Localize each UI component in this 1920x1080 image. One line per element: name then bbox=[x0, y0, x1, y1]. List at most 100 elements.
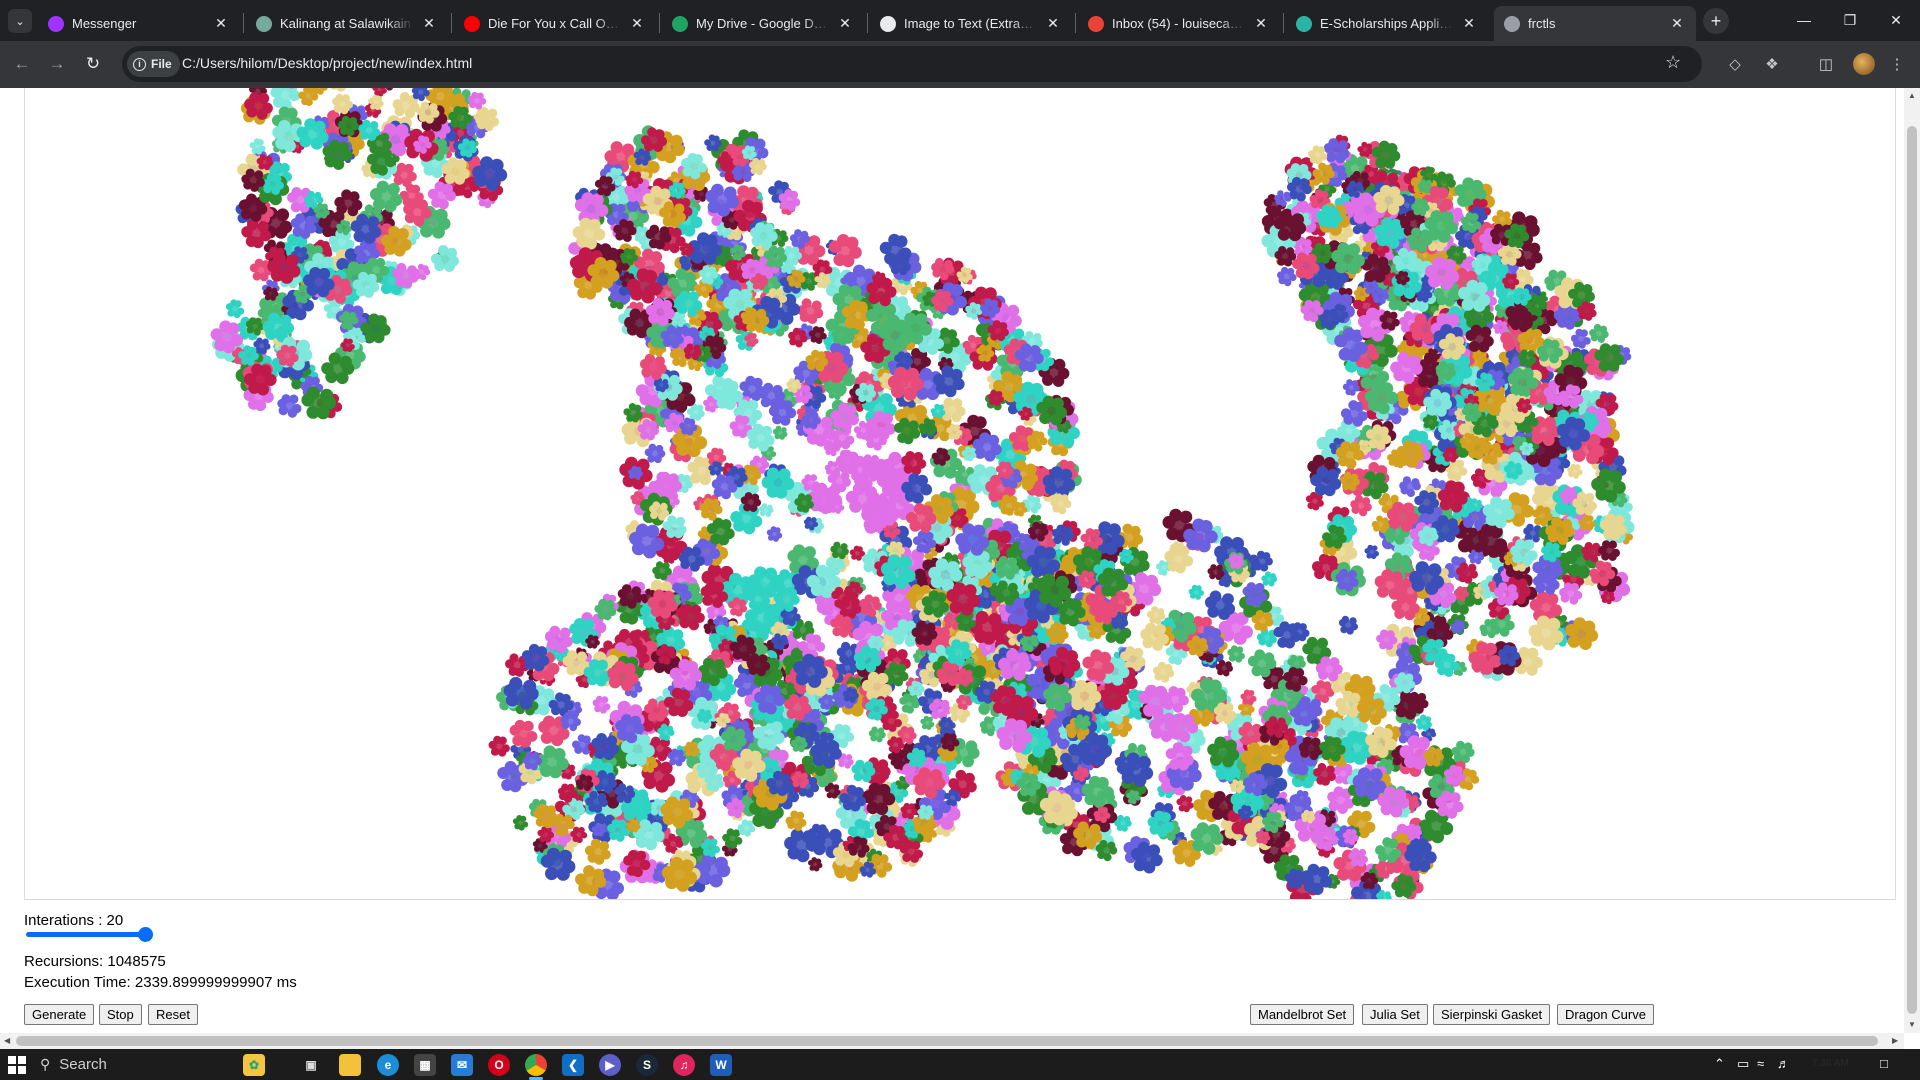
opera-icon[interactable]: O bbox=[488, 1054, 510, 1076]
taskbar-clock[interactable]: 7:38 AM bbox=[1812, 1058, 1849, 1069]
edge-icon[interactable]: e bbox=[377, 1054, 399, 1076]
iterations-slider[interactable] bbox=[24, 927, 153, 942]
vertical-scrollbar[interactable]: ▲ ▼ bbox=[1904, 88, 1920, 1033]
task-view-icon[interactable]: ▣ bbox=[300, 1054, 322, 1076]
address-bar[interactable]: i File C:/Users/hilom/Desktop/project/ne… bbox=[122, 46, 1702, 82]
browser-tab[interactable]: My Drive - Google Drive ✕ bbox=[662, 6, 864, 41]
tab-separator bbox=[243, 13, 244, 33]
minimize-icon: — bbox=[1797, 12, 1811, 28]
arrow-right-icon: → bbox=[48, 54, 66, 73]
microsoft-store-icon[interactable]: ▦ bbox=[414, 1054, 436, 1076]
tab-close-icon[interactable]: ✕ bbox=[836, 15, 854, 32]
more-menu-icon[interactable]: ⋮ bbox=[1886, 53, 1908, 75]
scholarship-icon bbox=[1296, 15, 1312, 32]
windows-taskbar: ⚲ Search ✿ ▣ e ▦ ✉ O ❮ ▶ S ♫ W ⌃ ▭ ≈ ♬ 7… bbox=[0, 1049, 1920, 1080]
tab-separator bbox=[1283, 13, 1284, 33]
restore-button[interactable]: ❐ bbox=[1827, 6, 1873, 34]
restore-icon: ❐ bbox=[1843, 11, 1857, 28]
search-icon: ⚲ bbox=[40, 1056, 51, 1072]
slider-thumb[interactable] bbox=[138, 927, 153, 942]
tab-close-icon[interactable]: ✕ bbox=[628, 15, 646, 32]
youtube-icon bbox=[464, 15, 480, 32]
scroll-up-icon[interactable]: ▲ bbox=[1908, 91, 1916, 100]
tab-close-icon[interactable]: ✕ bbox=[212, 15, 230, 32]
reload-button[interactable]: ↻ bbox=[80, 51, 106, 77]
sierpinski-gasket-button[interactable]: Sierpinski Gasket bbox=[1433, 1004, 1551, 1025]
music-app-icon[interactable]: ♫ bbox=[673, 1054, 695, 1076]
scroll-down-icon[interactable]: ▼ bbox=[1908, 1020, 1916, 1029]
tab-separator bbox=[451, 13, 452, 33]
back-button[interactable]: ← bbox=[9, 51, 35, 77]
browser-tab[interactable]: Image to Text (Extract Text ✕ bbox=[870, 6, 1072, 41]
tab-title: Die For You x Call Out My Name bbox=[488, 16, 622, 31]
chatgpt-icon bbox=[256, 15, 272, 32]
scroll-right-icon[interactable]: ▶ bbox=[1892, 1036, 1898, 1045]
tab-title: frctls bbox=[1528, 16, 1556, 31]
gmail-icon bbox=[1088, 15, 1104, 32]
site-info-chip[interactable]: i File bbox=[127, 51, 180, 77]
widgets-icon[interactable]: ✿ bbox=[243, 1054, 265, 1076]
chevron-down-icon: ⌄ bbox=[15, 15, 25, 28]
dragon-curve-button[interactable]: Dragon Curve bbox=[1557, 1004, 1654, 1025]
fractal-canvas bbox=[24, 88, 1896, 900]
tab-strip: ⌄ Messenger ✕ Kalinang at Salawikain ✕ Die F… bbox=[0, 0, 1920, 41]
tab-title: E-Scholarships Application bbox=[1320, 16, 1454, 31]
browser-toolbar: ← → ↻ i File C:/Users/hilom/Desktop/proj… bbox=[0, 41, 1920, 88]
battery-icon[interactable]: ▭ bbox=[1737, 1056, 1749, 1072]
generate-button[interactable]: Generate bbox=[24, 1004, 95, 1025]
tab-title: Image to Text (Extract Text bbox=[904, 16, 1038, 31]
hardware-acceleration-icon[interactable]: ◇ bbox=[1724, 53, 1746, 75]
url-text[interactable]: C:/Users/hilom/Desktop/project/new/index… bbox=[182, 55, 472, 71]
browser-tab[interactable]: Kalinang at Salawikain ✕ bbox=[246, 6, 448, 41]
arrow-left-icon: ← bbox=[13, 54, 31, 73]
profile-avatar[interactable] bbox=[1853, 53, 1875, 75]
tab-close-icon[interactable]: ✕ bbox=[1044, 15, 1062, 32]
new-tab-button[interactable]: + bbox=[1703, 8, 1729, 34]
volume-icon[interactable]: ♬ bbox=[1777, 1056, 1790, 1071]
tab-separator bbox=[659, 13, 660, 33]
horizontal-scrollbar[interactable]: ◀ ▶ bbox=[0, 1033, 1904, 1049]
stop-button[interactable]: Stop bbox=[99, 1004, 142, 1025]
tab-title: Messenger bbox=[72, 16, 137, 31]
close-window-button[interactable]: ✕ bbox=[1873, 6, 1919, 34]
notification-icon[interactable]: □ bbox=[1880, 1056, 1888, 1071]
tab-separator bbox=[867, 13, 868, 33]
browser-tab[interactable]: Messenger ✕ bbox=[38, 6, 240, 41]
tab-close-icon[interactable]: ✕ bbox=[1252, 15, 1270, 32]
vscode-icon[interactable]: ❮ bbox=[562, 1054, 584, 1076]
scroll-left-icon[interactable]: ◀ bbox=[4, 1036, 10, 1045]
file-explorer-icon[interactable] bbox=[339, 1054, 361, 1076]
forward-button[interactable]: → bbox=[44, 51, 70, 77]
taskbar-search[interactable]: ⚲ Search bbox=[40, 1052, 250, 1077]
tab-close-icon[interactable]: ✕ bbox=[1668, 15, 1686, 32]
chrome-icon[interactable] bbox=[525, 1054, 547, 1076]
tab-close-icon[interactable]: ✕ bbox=[1460, 15, 1478, 32]
browser-tab[interactable]: E-Scholarships Application ✕ bbox=[1286, 6, 1488, 41]
browser-tab[interactable]: Inbox (54) - louisecarlosa ✕ bbox=[1078, 6, 1280, 41]
slider-track bbox=[26, 932, 146, 937]
bookmark-star-icon[interactable]: ☆ bbox=[1665, 52, 1681, 73]
browser-tab[interactable]: frctls ✕ bbox=[1494, 6, 1696, 41]
word-icon[interactable]: W bbox=[710, 1054, 732, 1076]
media-player-icon[interactable]: ▶ bbox=[599, 1054, 621, 1076]
julia-set-button[interactable]: Julia Set bbox=[1362, 1004, 1428, 1025]
side-panel-icon[interactable]: ◫ bbox=[1815, 53, 1837, 75]
execution-time-text: Execution Time: 2339.899999999907 ms bbox=[24, 974, 297, 991]
horizontal-scroll-thumb[interactable] bbox=[16, 1036, 1878, 1046]
browser-tab[interactable]: Die For You x Call Out My Name ✕ bbox=[454, 6, 656, 41]
steam-icon[interactable]: S bbox=[636, 1054, 658, 1076]
extensions-icon[interactable]: ❖ bbox=[1761, 53, 1783, 75]
minimize-button[interactable]: — bbox=[1781, 6, 1827, 34]
messenger-icon bbox=[48, 15, 64, 32]
windows-start-icon[interactable] bbox=[8, 1056, 26, 1074]
chevron-up-icon[interactable]: ⌃ bbox=[1714, 1056, 1725, 1072]
reset-button[interactable]: Reset bbox=[148, 1004, 198, 1025]
vertical-scroll-thumb[interactable] bbox=[1907, 126, 1917, 1014]
mail-icon[interactable]: ✉ bbox=[451, 1054, 473, 1076]
tab-search-button[interactable]: ⌄ bbox=[8, 9, 32, 33]
page-viewport: Interations : 20 Recursions: 1048575 Exe… bbox=[0, 88, 1920, 1050]
wifi-icon[interactable]: ≈ bbox=[1757, 1056, 1764, 1071]
tab-close-icon[interactable]: ✕ bbox=[420, 15, 438, 32]
mandelbrot-set-button[interactable]: Mandelbrot Set bbox=[1250, 1004, 1355, 1025]
google-drive-icon bbox=[672, 15, 688, 32]
